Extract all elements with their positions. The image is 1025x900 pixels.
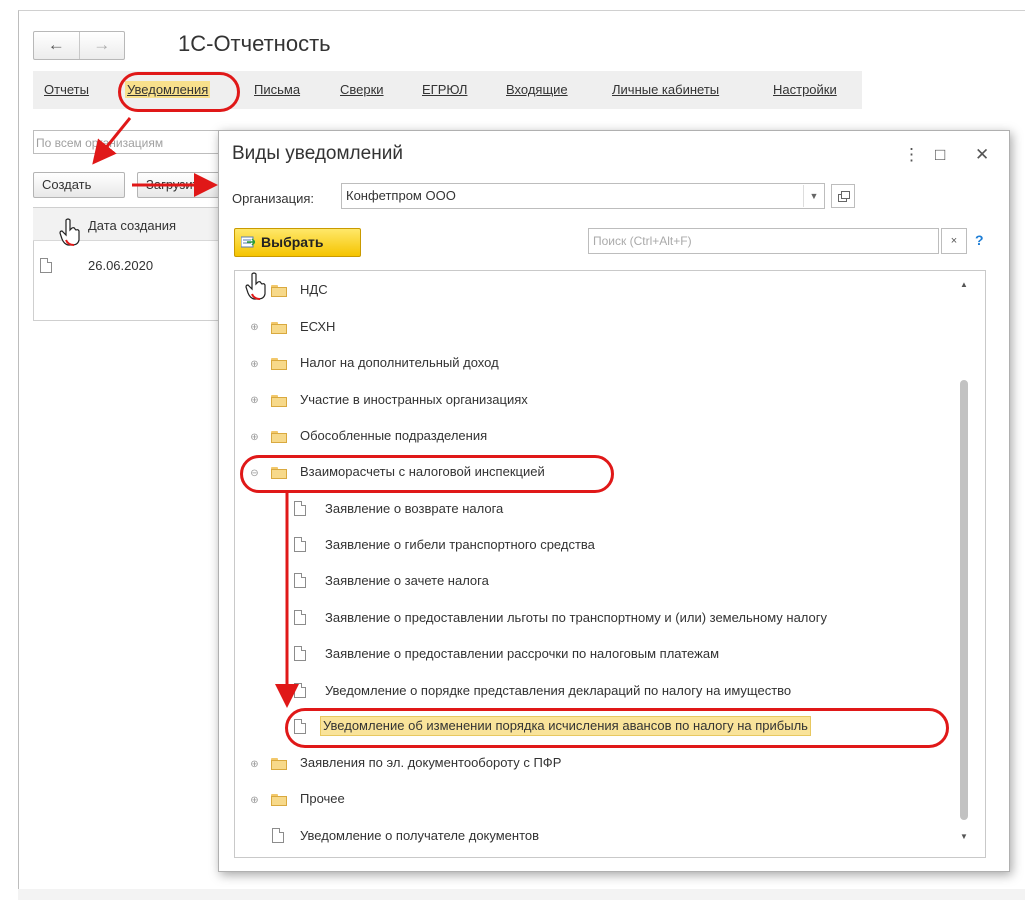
- arrow-to-create: [92, 117, 132, 165]
- hand-cursor-icon: [59, 218, 80, 246]
- annotation-arrows: [92, 117, 299, 708]
- hand-cursor-icon: [245, 272, 266, 300]
